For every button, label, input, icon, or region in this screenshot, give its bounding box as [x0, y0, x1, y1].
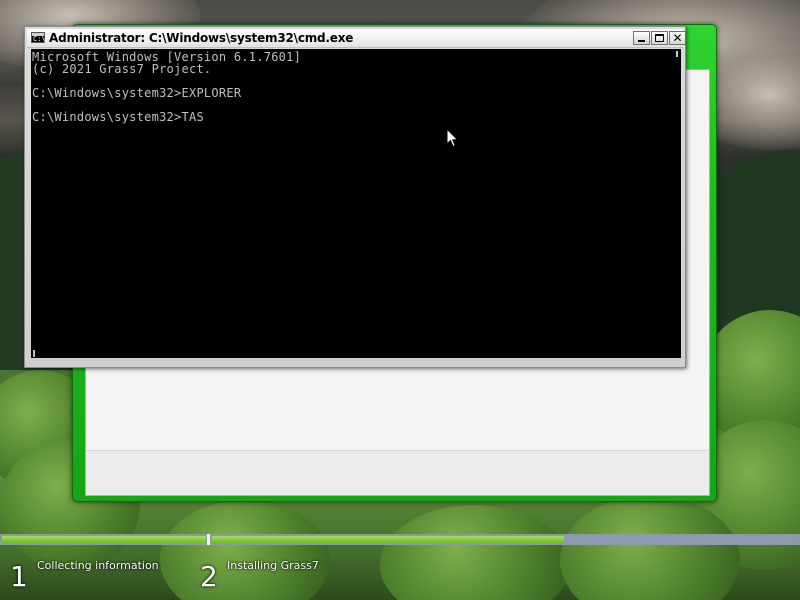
console-output[interactable]: Microsoft Windows [Version 6.1.7601] (c)… — [31, 49, 673, 358]
window-title: Administrator: C:\Windows\system32\cmd.e… — [49, 31, 354, 45]
console-scrollbar[interactable] — [673, 49, 681, 358]
console-resize-marker — [33, 350, 35, 357]
mouse-pointer-icon — [446, 128, 459, 148]
maximize-icon — [655, 34, 664, 42]
console-prompt-line: C:\Windows\system32>TAS — [32, 110, 204, 124]
setup-footer-bar — [86, 450, 709, 495]
cmd-window[interactable]: C:\ Administrator: C:\Windows\system32\c… — [24, 26, 686, 368]
step1-progress-fill — [2, 536, 206, 543]
close-icon: ✕ — [672, 31, 683, 45]
maximize-button[interactable] — [651, 31, 668, 45]
step1-number: 1 — [10, 560, 28, 593]
console-line: C:\Windows\system32>EXPLORER — [32, 86, 242, 100]
console-icon[interactable]: C:\ — [31, 32, 46, 43]
cmd-title-bar[interactable]: C:\ Administrator: C:\Windows\system32\c… — [27, 29, 686, 48]
close-button[interactable]: ✕ — [669, 31, 686, 45]
step1-label: Collecting information — [37, 559, 159, 572]
console-icon-label: C:\ — [33, 35, 46, 43]
progress-divider — [207, 534, 210, 545]
minimize-icon — [638, 40, 645, 42]
setup-progress-bar — [0, 534, 800, 545]
step2-progress-fill — [212, 536, 564, 543]
console-line: (c) 2021 Grass7 Project. — [32, 62, 212, 76]
step2-number: 2 — [200, 560, 218, 593]
minimize-button[interactable] — [633, 31, 650, 45]
step2-label: Installing Grass7 — [227, 559, 319, 572]
